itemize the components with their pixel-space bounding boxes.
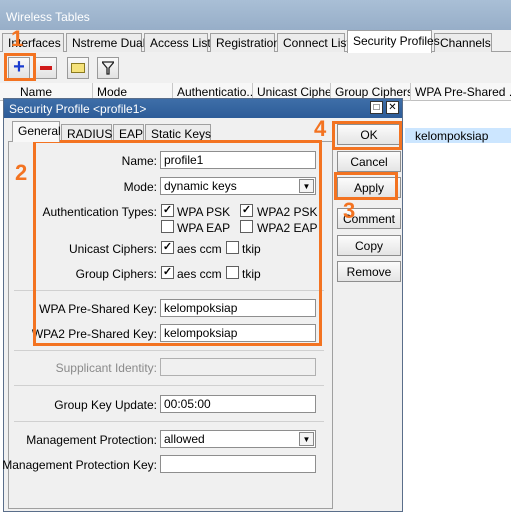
- filter-button[interactable]: [97, 57, 119, 79]
- annotation-box-apply: [334, 172, 398, 200]
- annotation-number-4: 4: [314, 116, 327, 141]
- annotation-box-add: [4, 53, 36, 81]
- comment-toolbar-button[interactable]: [67, 57, 89, 79]
- tab-bar: Interfaces Nstreme Dual Access List Regi…: [0, 30, 511, 53]
- close-icon[interactable]: ✕: [386, 101, 399, 114]
- tab-connect-list[interactable]: Connect List: [277, 33, 350, 52]
- group-key-update-field[interactable]: 00:05:00: [160, 395, 316, 413]
- copy-button[interactable]: Copy: [337, 235, 401, 256]
- dialog-title: Security Profile <profile1> □ ✕: [4, 99, 402, 118]
- dialog-title-text: Security Profile <profile1>: [9, 102, 147, 116]
- tab-access-list[interactable]: Access List: [144, 33, 211, 52]
- dialog-tab-bar: General RADIUS EAP Static Keys: [4, 118, 332, 142]
- tab-general[interactable]: General: [12, 121, 61, 142]
- remove-button[interactable]: [35, 57, 57, 79]
- management-protection-value: allowed: [164, 432, 205, 446]
- annotation-number-1: 1: [11, 26, 24, 51]
- tab-security-profiles[interactable]: Security Profiles: [347, 30, 440, 53]
- filter-icon: [102, 61, 114, 75]
- management-protection-key-field[interactable]: [160, 455, 316, 473]
- toolbar: +: [0, 53, 511, 83]
- tab-channels[interactable]: Channels: [434, 33, 492, 52]
- annotation-number-2: 2: [15, 160, 28, 185]
- cancel-button[interactable]: Cancel: [337, 151, 401, 172]
- chevron-down-icon[interactable]: ▼: [299, 432, 314, 446]
- divider: [14, 385, 324, 386]
- group-key-update-label: Group Key Update:: [54, 398, 157, 412]
- maximize-icon[interactable]: □: [370, 101, 383, 114]
- supplicant-identity-label: Supplicant Identity:: [55, 361, 157, 375]
- annotation-box-ok: [332, 121, 402, 150]
- management-protection-select[interactable]: allowed ▼: [160, 430, 316, 448]
- minus-icon: [40, 66, 52, 70]
- window-title: Wireless Tables: [0, 0, 511, 30]
- col-wpa-key[interactable]: WPA Pre-Shared ...: [411, 83, 511, 101]
- annotation-number-3: 3: [343, 198, 356, 223]
- management-protection-key-label: Management Protection Key:: [2, 458, 157, 472]
- remove-dialog-button[interactable]: Remove: [337, 261, 401, 282]
- tab-nstreme-dual[interactable]: Nstreme Dual: [66, 33, 145, 52]
- note-icon: [71, 63, 85, 73]
- management-protection-label: Management Protection:: [26, 433, 157, 447]
- tab-registration[interactable]: Registration: [210, 33, 280, 52]
- annotation-box-fields: [33, 140, 322, 346]
- supplicant-identity-field: [160, 358, 316, 376]
- divider: [14, 421, 324, 422]
- table-row[interactable]: kelompoksiap: [405, 128, 511, 143]
- divider: [14, 350, 324, 351]
